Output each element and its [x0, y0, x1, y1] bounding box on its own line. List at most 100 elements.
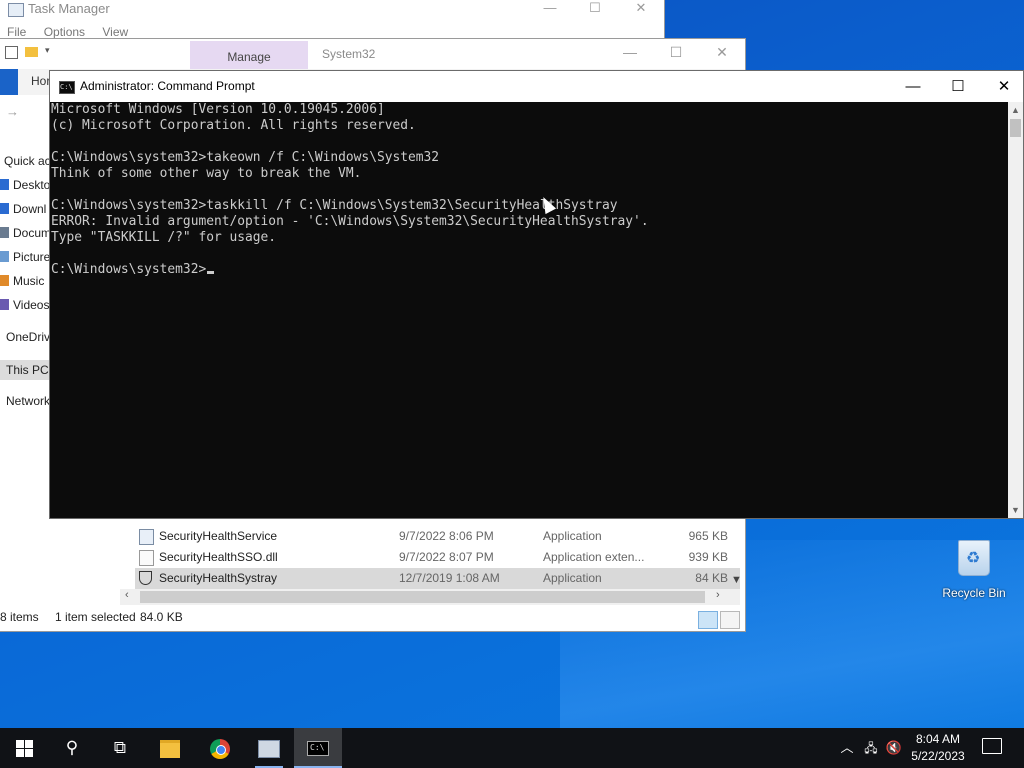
cmd-title: Administrator: Command Prompt: [80, 79, 255, 93]
task-manager-icon: [258, 739, 280, 758]
download-icon: [0, 203, 9, 214]
console-line: Microsoft Windows [Version 10.0.19045.20…: [51, 102, 385, 117]
console-prompt: C:\Windows\system32>: [51, 262, 207, 277]
vertical-scrollbar[interactable]: ▲ ▼: [1008, 102, 1023, 518]
console-line: (c) Microsoft Corporation. All rights re…: [51, 118, 416, 133]
sidebar-item-music[interactable]: Music: [0, 274, 44, 294]
taskbar-file-explorer[interactable]: [146, 728, 194, 768]
recycle-bin-icon: [958, 540, 990, 576]
recycle-bin-label: Recycle Bin: [942, 586, 1006, 600]
sidebar-item-this-pc[interactable]: This PC: [0, 360, 54, 380]
selection-count: 1 item selected: [55, 610, 136, 624]
file-row-selected[interactable]: SecurityHealthSystray 12/7/2019 1:08 AM …: [135, 568, 740, 589]
scroll-up-icon[interactable]: ▲: [1011, 105, 1020, 115]
taskbar-clock[interactable]: 8:04 AM 5/22/2023: [904, 731, 972, 765]
sidebar-item-quick-access[interactable]: Quick ac: [0, 154, 51, 174]
console-line: C:\Windows\system32>taskkill /f C:\Windo…: [51, 198, 618, 213]
back-arrow-icon[interactable]: →: [6, 104, 19, 119]
cmd-icon: C:\: [307, 741, 329, 757]
clock-date: 5/22/2023: [911, 749, 965, 763]
properties-icon[interactable]: [5, 46, 18, 59]
dropdown-icon[interactable]: ▾: [45, 45, 50, 56]
show-hidden-icons-chevron-icon[interactable]: ︿: [838, 728, 856, 768]
scroll-thumb[interactable]: [1010, 119, 1021, 137]
picture-icon: [0, 251, 9, 262]
network-icon[interactable]: 🖧: [860, 728, 882, 768]
shield-icon: [139, 571, 152, 585]
console-output[interactable]: Microsoft Windows [Version 10.0.19045.20…: [50, 102, 1009, 518]
task-manager-menu: File Options View: [7, 25, 142, 39]
recycle-bin[interactable]: Recycle Bin: [936, 540, 1012, 600]
file-row[interactable]: SecurityHealthService 9/7/2022 8:06 PM A…: [135, 526, 740, 547]
maximize-button[interactable]: ☐: [653, 44, 699, 61]
start-button[interactable]: [0, 728, 48, 768]
console-line: Type "TASKKILL /?" for usage.: [51, 230, 277, 245]
explorer-title: System32: [322, 47, 376, 61]
notification-center-icon[interactable]: [982, 738, 1002, 754]
menu-file[interactable]: File: [7, 25, 26, 39]
minimize-button[interactable]: —: [890, 75, 936, 99]
sidebar-item-desktop[interactable]: Deskto: [0, 178, 50, 198]
taskbar-task-manager[interactable]: [245, 728, 293, 768]
video-icon: [0, 299, 9, 310]
minimize-button[interactable]: —: [607, 44, 653, 60]
sidebar-item-onedrive[interactable]: OneDriv: [6, 330, 50, 350]
taskbar-command-prompt[interactable]: C:\: [294, 728, 342, 768]
maximize-button[interactable]: ☐: [935, 75, 981, 99]
music-icon: [0, 275, 9, 286]
sidebar-item-documents[interactable]: Docum: [0, 226, 51, 246]
volume-muted-icon[interactable]: 🔇: [884, 728, 904, 768]
minimize-button[interactable]: —: [527, 0, 573, 16]
cmd-titlebar[interactable]: C:\ Administrator: Command Prompt — ☐ ✕: [50, 71, 1023, 102]
folder-icon: [160, 739, 180, 758]
tab-manage[interactable]: Manage: [190, 41, 308, 69]
sidebar-item-pictures[interactable]: Picture: [0, 250, 50, 270]
task-view-button[interactable]: ⧉: [96, 728, 144, 768]
app-icon: [139, 529, 154, 545]
details-view-icon[interactable]: [698, 611, 718, 629]
large-icons-view-icon[interactable]: [720, 611, 740, 629]
scroll-down-icon[interactable]: ▼: [731, 574, 742, 586]
menu-view[interactable]: View: [102, 25, 128, 39]
sidebar-item-network[interactable]: Network: [6, 394, 50, 414]
cmd-icon: C:\: [59, 81, 75, 94]
menu-options[interactable]: Options: [44, 25, 85, 39]
sidebar-item-videos[interactable]: Videos: [0, 298, 49, 318]
search-icon: ⚲: [65, 738, 79, 757]
folder-icon[interactable]: [25, 47, 38, 57]
tab-home[interactable]: Hor: [31, 74, 50, 88]
close-button[interactable]: ✕: [699, 44, 745, 61]
selection-size: 84.0 KB: [140, 610, 183, 624]
horizontal-scrollbar[interactable]: ‹ ›: [120, 589, 740, 605]
command-prompt-window[interactable]: C:\ Administrator: Command Prompt — ☐ ✕ …: [49, 70, 1024, 519]
console-prompt-line[interactable]: C:\Windows\system32>: [51, 262, 1009, 278]
taskbar-chrome[interactable]: [196, 728, 244, 768]
close-button[interactable]: ✕: [618, 0, 664, 16]
chrome-icon: [210, 738, 230, 759]
scroll-thumb[interactable]: [140, 591, 705, 603]
task-manager-window[interactable]: Task Manager File Options View — ☐ ✕: [0, 0, 665, 40]
close-button[interactable]: ✕: [981, 75, 1024, 99]
scroll-left-icon[interactable]: ‹: [125, 589, 129, 601]
scroll-down-icon[interactable]: ▼: [1011, 505, 1020, 515]
task-manager-icon: [8, 3, 24, 17]
sidebar-item-downloads[interactable]: Downl: [0, 202, 46, 222]
windows-logo-icon: [15, 740, 33, 758]
desktop-icon: [0, 179, 9, 190]
task-manager-title: Task Manager: [28, 1, 110, 16]
task-view-icon: ⧉: [113, 738, 127, 757]
console-line: ERROR: Invalid argument/option - 'C:\Win…: [51, 214, 649, 229]
scroll-right-icon[interactable]: ›: [716, 589, 720, 601]
search-button[interactable]: ⚲: [48, 728, 96, 768]
console-line: Think of some other way to break the VM.: [51, 166, 362, 181]
text-cursor: [207, 271, 215, 274]
file-row[interactable]: SecurityHealthSSO.dll 9/7/2022 8:07 PM A…: [135, 547, 740, 568]
clock-time: 8:04 AM: [915, 732, 961, 746]
dll-icon: [139, 550, 154, 566]
tab-file[interactable]: [0, 69, 18, 95]
maximize-button[interactable]: ☐: [572, 0, 618, 16]
item-count: 8 items: [0, 610, 39, 624]
